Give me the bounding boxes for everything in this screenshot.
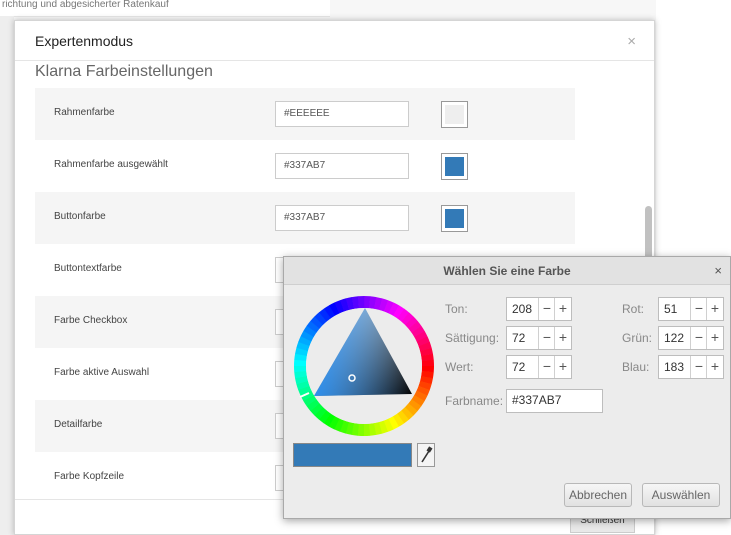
setting-label: Rahmenfarbe [54, 107, 115, 118]
value-spinbox[interactable]: 72 − + [506, 355, 572, 379]
eyedropper-icon[interactable] [417, 443, 435, 467]
blue-decrement-button[interactable]: − [690, 356, 707, 378]
setting-label: Farbe Checkbox [54, 315, 128, 326]
color-swatch-button[interactable] [441, 153, 468, 180]
value-decrement-button[interactable]: − [538, 356, 555, 378]
color-value-input[interactable]: #337AB7 [275, 205, 409, 231]
hue-ring-segment [294, 365, 307, 373]
setting-label: Detailfarbe [54, 419, 103, 430]
setting-row-rahmenfarbe: Rahmenfarbe #EEEEEE [35, 88, 575, 140]
colorname-input[interactable]: #337AB7 [506, 389, 603, 413]
color-value-input[interactable]: #EEEEEE [275, 101, 409, 127]
blue-increment-button[interactable]: + [706, 356, 723, 378]
hue-label: Ton: [445, 302, 468, 316]
saturation-spinbox[interactable]: 72 − + [506, 326, 572, 350]
setting-row-rahmenfarbe-ausgewaehlt: Rahmenfarbe ausgewählt #337AB7 [35, 140, 575, 192]
color-picker-dialog: Wählen Sie eine Farbe × Ton: 208 − + Sät… [283, 256, 731, 519]
hue-ring-segment [357, 296, 365, 309]
red-value[interactable]: 51 [664, 302, 677, 316]
blue-value[interactable]: 183 [664, 360, 684, 374]
select-button[interactable]: Auswählen [642, 483, 720, 507]
background-left-strip [0, 16, 14, 535]
background-header: richtung und abgesicherter Ratenkauf [0, 0, 330, 17]
red-spinbox[interactable]: 51 − + [658, 297, 724, 321]
picker-titlebar[interactable]: Wählen Sie eine Farbe × [284, 257, 730, 285]
saturation-increment-button[interactable]: + [554, 327, 571, 349]
hue-spinbox[interactable]: 208 − + [506, 297, 572, 321]
red-decrement-button[interactable]: − [690, 298, 707, 320]
green-increment-button[interactable]: + [706, 327, 723, 349]
green-decrement-button[interactable]: − [690, 327, 707, 349]
picker-title: Wählen Sie eine Farbe [443, 264, 571, 278]
saturation-decrement-button[interactable]: − [538, 327, 555, 349]
setting-label: Buttonfarbe [54, 211, 106, 222]
colorname-label: Farbname: [445, 394, 504, 408]
setting-label: Rahmenfarbe ausgewählt [54, 159, 168, 170]
hue-decrement-button[interactable]: − [538, 298, 555, 320]
cancel-button[interactable]: Abbrechen [564, 483, 632, 507]
current-color-preview [293, 443, 412, 467]
value-value[interactable]: 72 [512, 360, 525, 374]
color-swatch-button[interactable] [441, 101, 468, 128]
blue-spinbox[interactable]: 183 − + [658, 355, 724, 379]
saturation-value[interactable]: 72 [512, 331, 525, 345]
green-spinbox[interactable]: 122 − + [658, 326, 724, 350]
value-increment-button[interactable]: + [554, 356, 571, 378]
section-title: Klarna Farbeinstellungen [35, 63, 213, 80]
background-top-text: richtung und abgesicherter Ratenkauf [2, 0, 169, 10]
color-swatch-button[interactable] [441, 205, 468, 232]
setting-row-buttonfarbe: Buttonfarbe #337AB7 [35, 192, 575, 244]
value-label: Wert: [445, 360, 474, 374]
color-value-input[interactable]: #337AB7 [275, 153, 409, 179]
saturation-label: Sättigung: [445, 331, 500, 345]
setting-label: Farbe Kopfzeile [54, 471, 125, 482]
hue-increment-button[interactable]: + [554, 298, 571, 320]
red-increment-button[interactable]: + [706, 298, 723, 320]
green-label: Grün: [622, 331, 653, 345]
hsv-color-wheel[interactable] [294, 296, 434, 436]
green-value[interactable]: 122 [664, 331, 684, 345]
setting-label: Buttontextfarbe [54, 263, 122, 274]
modal-title: Expertenmodus [35, 33, 134, 49]
blue-label: Blau: [622, 360, 650, 374]
setting-label: Farbe aktive Auswahl [54, 367, 150, 378]
hue-ring-segment [421, 359, 434, 367]
modal-close-icon[interactable]: × [627, 33, 636, 50]
modal-header: Expertenmodus × [15, 21, 654, 61]
hue-value[interactable]: 208 [512, 302, 532, 316]
red-label: Rot: [622, 302, 645, 316]
hue-ring-segment [363, 423, 371, 436]
close-icon[interactable]: × [714, 263, 722, 278]
